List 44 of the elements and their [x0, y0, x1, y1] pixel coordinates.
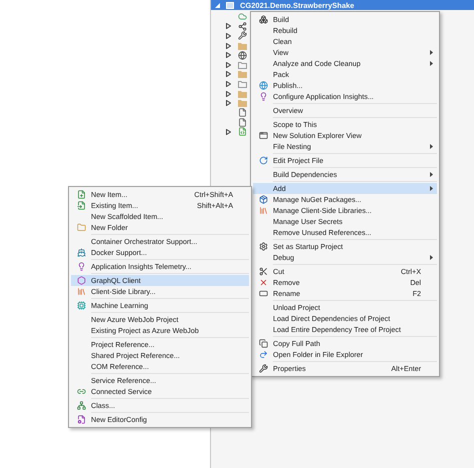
globe-icon [258, 81, 268, 90]
expand-arrow-icon[interactable] [226, 52, 231, 58]
window-icon [258, 131, 268, 140]
cloud-icon [238, 12, 247, 22]
expand-arrow-icon[interactable] [226, 71, 231, 78]
expand-arrow-icon[interactable] [226, 80, 231, 87]
file-gear-icon [76, 415, 86, 424]
x-mark-icon [258, 278, 268, 287]
file-plus-icon [76, 190, 86, 199]
gear-icon [258, 242, 268, 251]
lightbulb-icon [258, 92, 268, 101]
file-icon [238, 118, 247, 127]
collapse-arrow-icon [215, 2, 220, 8]
code-file-icon [238, 127, 247, 136]
scissors-icon [258, 267, 268, 276]
globe-icon [238, 50, 247, 60]
ship-icon [76, 248, 86, 257]
books-icon [76, 287, 86, 296]
wrench-icon [258, 364, 268, 373]
hexagon-icon [76, 276, 86, 285]
copy-icon [258, 339, 268, 348]
chip-icon [76, 301, 86, 310]
expand-arrow-icon[interactable] [226, 62, 231, 68]
link-icon [76, 387, 86, 396]
lightbulb-icon [76, 262, 86, 271]
expand-arrow-icon[interactable] [226, 42, 231, 49]
rotate-arrow-icon [258, 156, 268, 165]
folder-icon [238, 42, 247, 50]
books-icon [258, 206, 268, 215]
nodes-icon [238, 22, 247, 31]
expand-arrow-icon[interactable] [226, 100, 231, 106]
file-icon [238, 108, 247, 118]
rectangle-icon [258, 289, 268, 298]
package-icon [258, 195, 268, 204]
file-arrow-icon [76, 201, 86, 210]
expand-arrow-icon[interactable] [226, 128, 231, 135]
curved-arrow-icon [258, 350, 268, 359]
boxes-icon [258, 15, 268, 24]
wrench-icon [238, 31, 247, 40]
folder-icon [76, 223, 86, 232]
expand-arrow-icon[interactable] [226, 23, 231, 30]
expand-arrow-icon[interactable] [226, 32, 231, 39]
expand-arrow-icon[interactable] [226, 90, 231, 97]
network-icon [76, 401, 86, 410]
